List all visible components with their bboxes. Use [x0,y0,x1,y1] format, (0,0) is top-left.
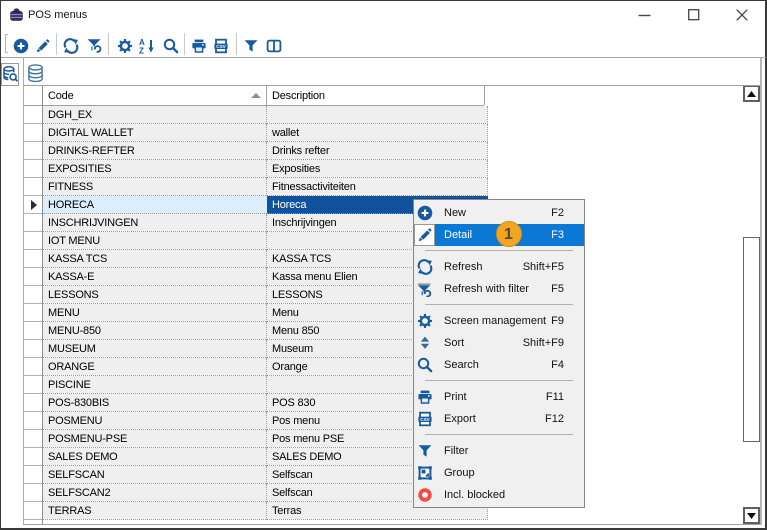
svg-text:Z: Z [139,46,144,54]
svg-text:CSV: CSV [216,43,226,48]
svg-text:CSV: CSV [420,417,430,422]
